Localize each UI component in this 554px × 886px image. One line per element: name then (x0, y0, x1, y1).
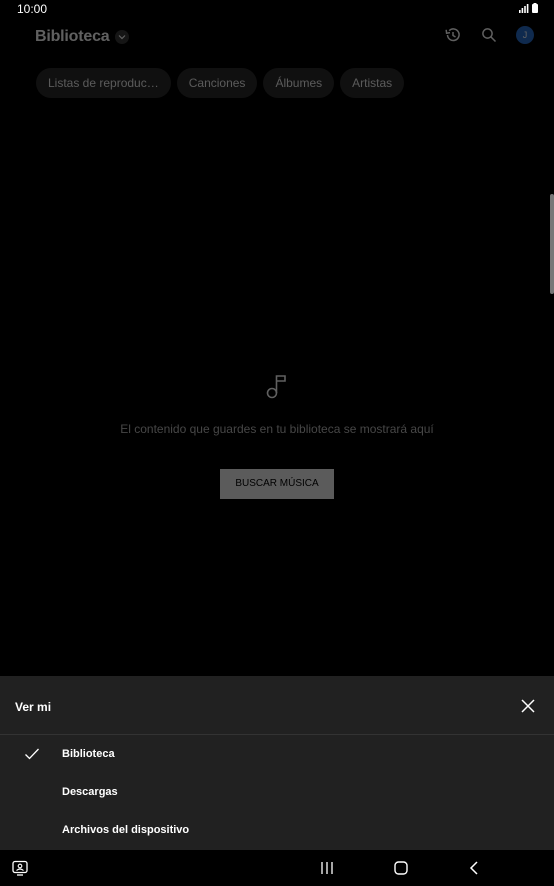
chip-albums[interactable]: Álbumes (263, 68, 335, 98)
back-icon[interactable] (468, 860, 480, 876)
sheet-header: Ver mi (0, 676, 554, 735)
keyboard-icon[interactable] (12, 860, 28, 876)
avatar-letter: J (522, 30, 528, 40)
recent-apps-icon[interactable] (320, 861, 334, 875)
status-icons (519, 3, 538, 13)
status-time: 10:00 (17, 2, 48, 16)
home-icon[interactable] (393, 860, 409, 876)
account-avatar[interactable]: J (516, 26, 534, 44)
scrollbar[interactable] (550, 194, 554, 294)
header-actions: J (444, 26, 534, 44)
option-label: Biblioteca (62, 748, 115, 760)
close-icon[interactable] (520, 698, 536, 714)
library-title-dropdown[interactable]: Biblioteca (35, 28, 130, 46)
signal-icon (519, 4, 529, 13)
empty-state: El contenido que guardes en tu bibliotec… (0, 373, 554, 499)
search-icon[interactable] (480, 26, 498, 44)
system-nav-bar (0, 850, 554, 886)
chip-artists[interactable]: Artistas (340, 68, 405, 98)
option-library[interactable]: Biblioteca (0, 735, 554, 773)
music-note-icon (266, 375, 286, 399)
status-bar: 10:00 (0, 0, 554, 18)
option-label: Descargas (62, 786, 118, 798)
sheet-title: Ver mi (15, 700, 52, 714)
find-music-button[interactable]: BUSCAR MÚSICA (220, 469, 334, 499)
top-app-bar: Biblioteca J (0, 18, 554, 58)
battery-icon (532, 3, 538, 13)
sheet-options: Biblioteca Descargas Archivos del dispos… (0, 735, 554, 849)
page-title: Biblioteca (35, 28, 110, 45)
chip-songs[interactable]: Canciones (176, 68, 258, 98)
view-options-sheet: Ver mi Biblioteca Descargas Archivos del… (0, 676, 554, 850)
empty-state-message: El contenido que guardes en tu bibliotec… (120, 422, 434, 436)
checkmark-icon (25, 748, 39, 760)
chip-playlists[interactable]: Listas de reproduc… (36, 68, 171, 98)
history-icon[interactable] (444, 26, 462, 44)
option-device-files[interactable]: Archivos del dispositivo (0, 811, 554, 849)
option-downloads[interactable]: Descargas (0, 773, 554, 811)
option-label: Archivos del dispositivo (62, 824, 190, 836)
chevron-down-icon (115, 30, 130, 44)
filter-chips: Listas de reproduc… Canciones Álbumes Ar… (36, 68, 405, 98)
